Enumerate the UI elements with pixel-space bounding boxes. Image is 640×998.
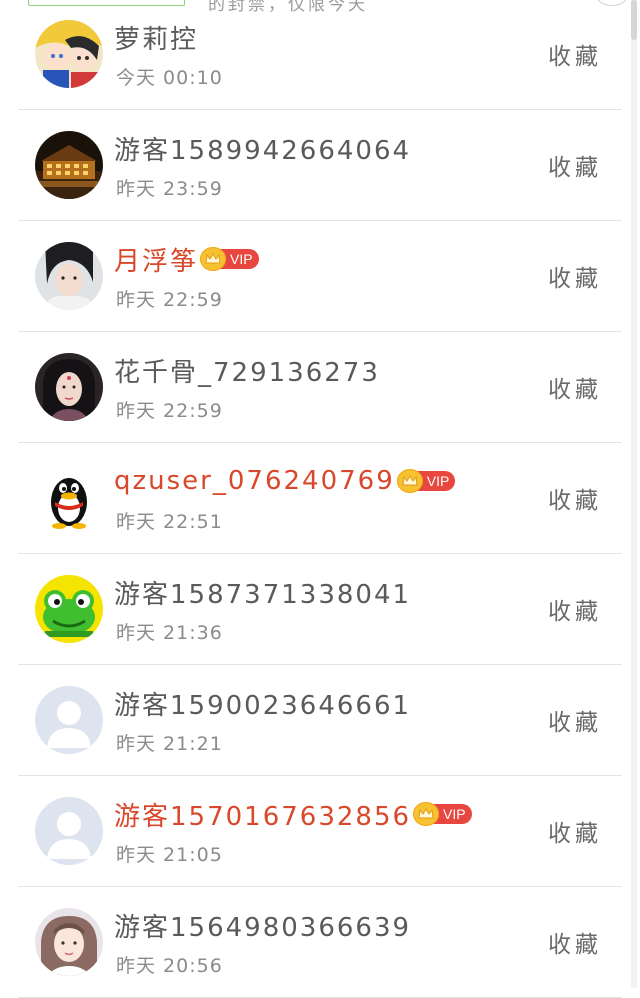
green-frog-avatar[interactable] — [35, 575, 103, 643]
visitor-name[interactable]: 花千骨_729136273 — [114, 352, 380, 389]
favorite-button[interactable]: 收藏 — [548, 703, 602, 737]
favorite-button[interactable]: 收藏 — [548, 148, 602, 182]
vip-badge: VIP — [413, 802, 472, 826]
visit-time: 昨天 22:59 — [116, 400, 223, 422]
list-item: 萝莉控 今天 00:10 收藏 — [0, 0, 640, 110]
list-item: 游客1587371338041 昨天 21:36 收藏 — [0, 554, 640, 665]
list-item: 月浮筝 VIP 昨天 22:59 收藏 — [0, 221, 640, 332]
night-building-avatar[interactable] — [35, 131, 103, 199]
visit-time: 昨天 22:59 — [116, 289, 223, 311]
crown-icon — [413, 802, 440, 826]
visitor-name[interactable]: 游客1587371338041 — [114, 574, 411, 611]
visit-time: 昨天 23:59 — [116, 178, 223, 200]
list-item: 游客1570167632856 VIP 昨天 21:05 收藏 — [0, 776, 640, 887]
visit-time: 昨天 21:36 — [116, 622, 223, 644]
visitor-list: 萝莉控 今天 00:10 收藏 游客1589942664064 昨天 23:59… — [0, 0, 640, 998]
default-user-avatar[interactable] — [35, 686, 103, 754]
favorite-button[interactable]: 收藏 — [548, 925, 602, 959]
list-item: 花千骨_729136273 昨天 22:59 收藏 — [0, 332, 640, 443]
favorite-button[interactable]: 收藏 — [548, 259, 602, 293]
scrollbar-thumb[interactable] — [631, 0, 637, 40]
favorite-button[interactable]: 收藏 — [548, 370, 602, 404]
favorite-button[interactable]: 收藏 — [548, 814, 602, 848]
list-item: 游客1589942664064 昨天 23:59 收藏 — [0, 110, 640, 221]
visitor-name[interactable]: 月浮筝 — [114, 241, 198, 278]
costume-man-avatar[interactable] — [35, 242, 103, 310]
qq-penguin-avatar[interactable] — [35, 464, 103, 532]
anime-girls-avatar[interactable] — [35, 20, 103, 88]
vip-badge: VIP — [200, 247, 259, 271]
visit-time: 今天 00:10 — [116, 67, 223, 89]
visitor-name[interactable]: qzuser_076240769 — [114, 466, 395, 496]
visit-time: 昨天 21:05 — [116, 844, 223, 866]
crown-icon — [396, 469, 423, 493]
visit-time: 昨天 20:56 — [116, 955, 223, 977]
costume-woman-avatar[interactable] — [35, 353, 103, 421]
default-user-avatar[interactable] — [35, 797, 103, 865]
visitor-name[interactable]: 游客1589942664064 — [114, 130, 411, 167]
visitor-name[interactable]: 游客1590023646661 — [114, 685, 411, 722]
favorite-button[interactable]: 收藏 — [548, 37, 602, 71]
visitor-name[interactable]: 游客1570167632856 — [114, 796, 411, 833]
visitor-name[interactable]: 萝莉控 — [114, 19, 198, 56]
favorite-button[interactable]: 收藏 — [548, 481, 602, 515]
visit-time: 昨天 22:51 — [116, 511, 223, 533]
list-item: qzuser_076240769 VIP 昨天 22:51 收藏 — [0, 443, 640, 554]
vip-badge: VIP — [396, 469, 456, 493]
girl-photo-avatar[interactable] — [35, 908, 103, 976]
visitor-name[interactable]: 游客1564980366639 — [114, 907, 411, 944]
list-item: 游客1564980366639 昨天 20:56 收藏 — [0, 887, 640, 998]
scrollbar-track[interactable] — [631, 0, 637, 988]
crown-icon — [200, 247, 227, 271]
visit-time: 昨天 21:21 — [116, 733, 223, 755]
list-item: 游客1590023646661 昨天 21:21 收藏 — [0, 665, 640, 776]
favorite-button[interactable]: 收藏 — [548, 592, 602, 626]
